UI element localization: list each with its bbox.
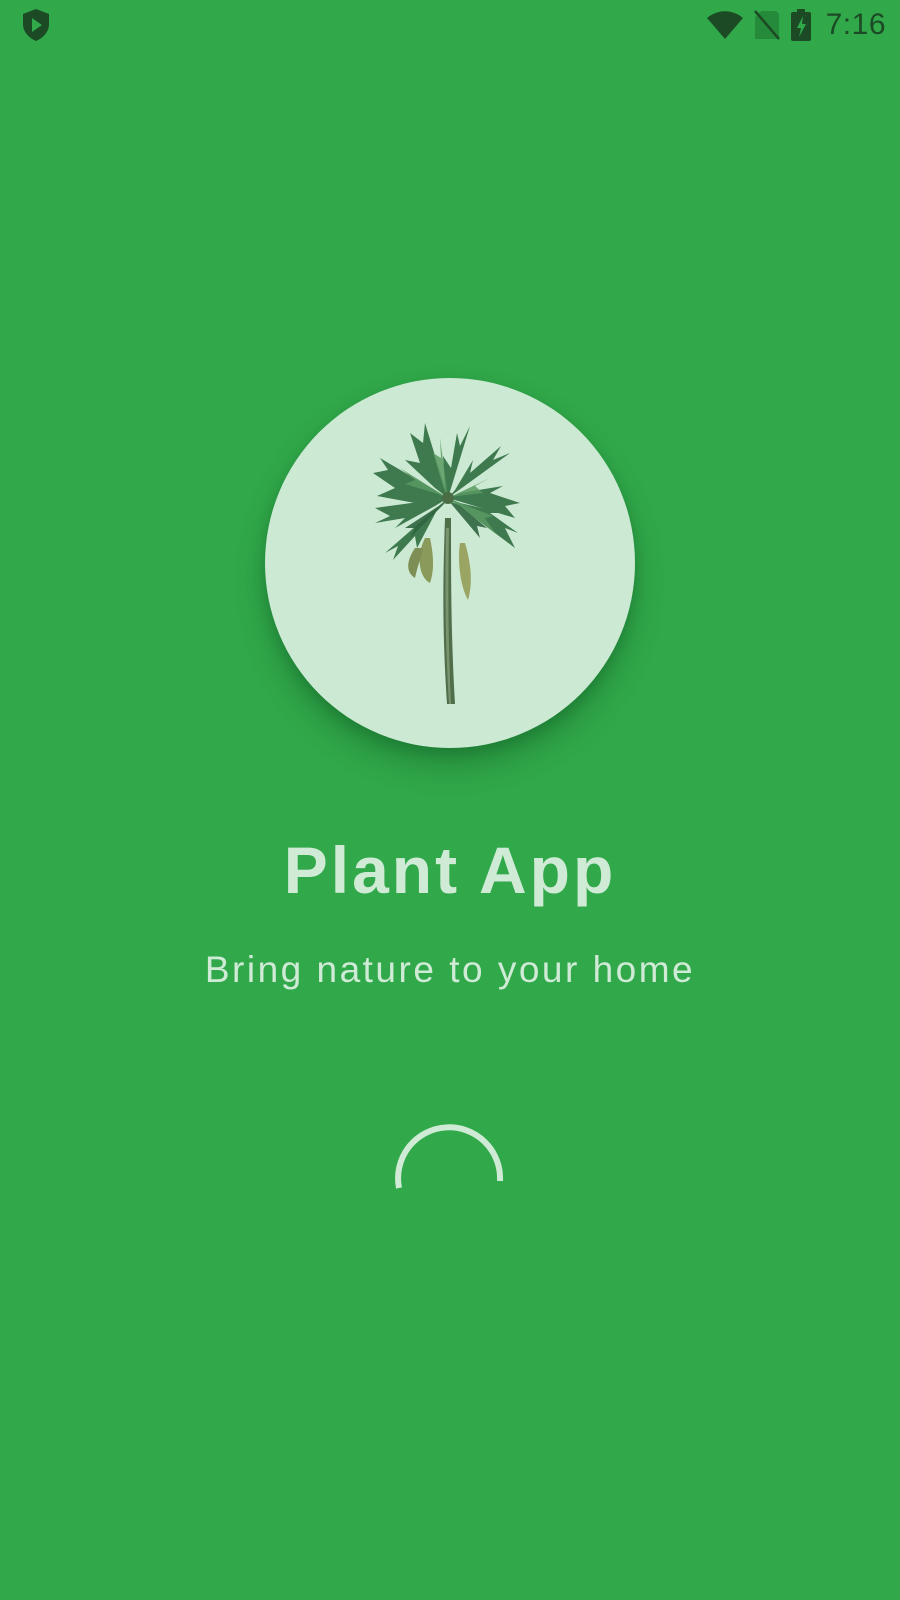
loading-spinner: [395, 1112, 505, 1222]
wifi-icon: [706, 10, 744, 40]
palm-tree-icon: [373, 423, 520, 704]
no-sim-icon: [753, 10, 780, 40]
play-shield-icon: [20, 8, 52, 42]
battery-charging-icon: [790, 9, 812, 41]
status-time: 7:16: [825, 8, 886, 41]
plant-image-circle: [265, 378, 635, 748]
status-bar: 7:16: [0, 0, 900, 50]
splash-screen: 7:16 Plant App Bring nature to your home: [0, 0, 900, 1600]
app-tagline: Bring nature to your home: [204, 949, 696, 990]
app-title: Plant App: [283, 833, 617, 907]
